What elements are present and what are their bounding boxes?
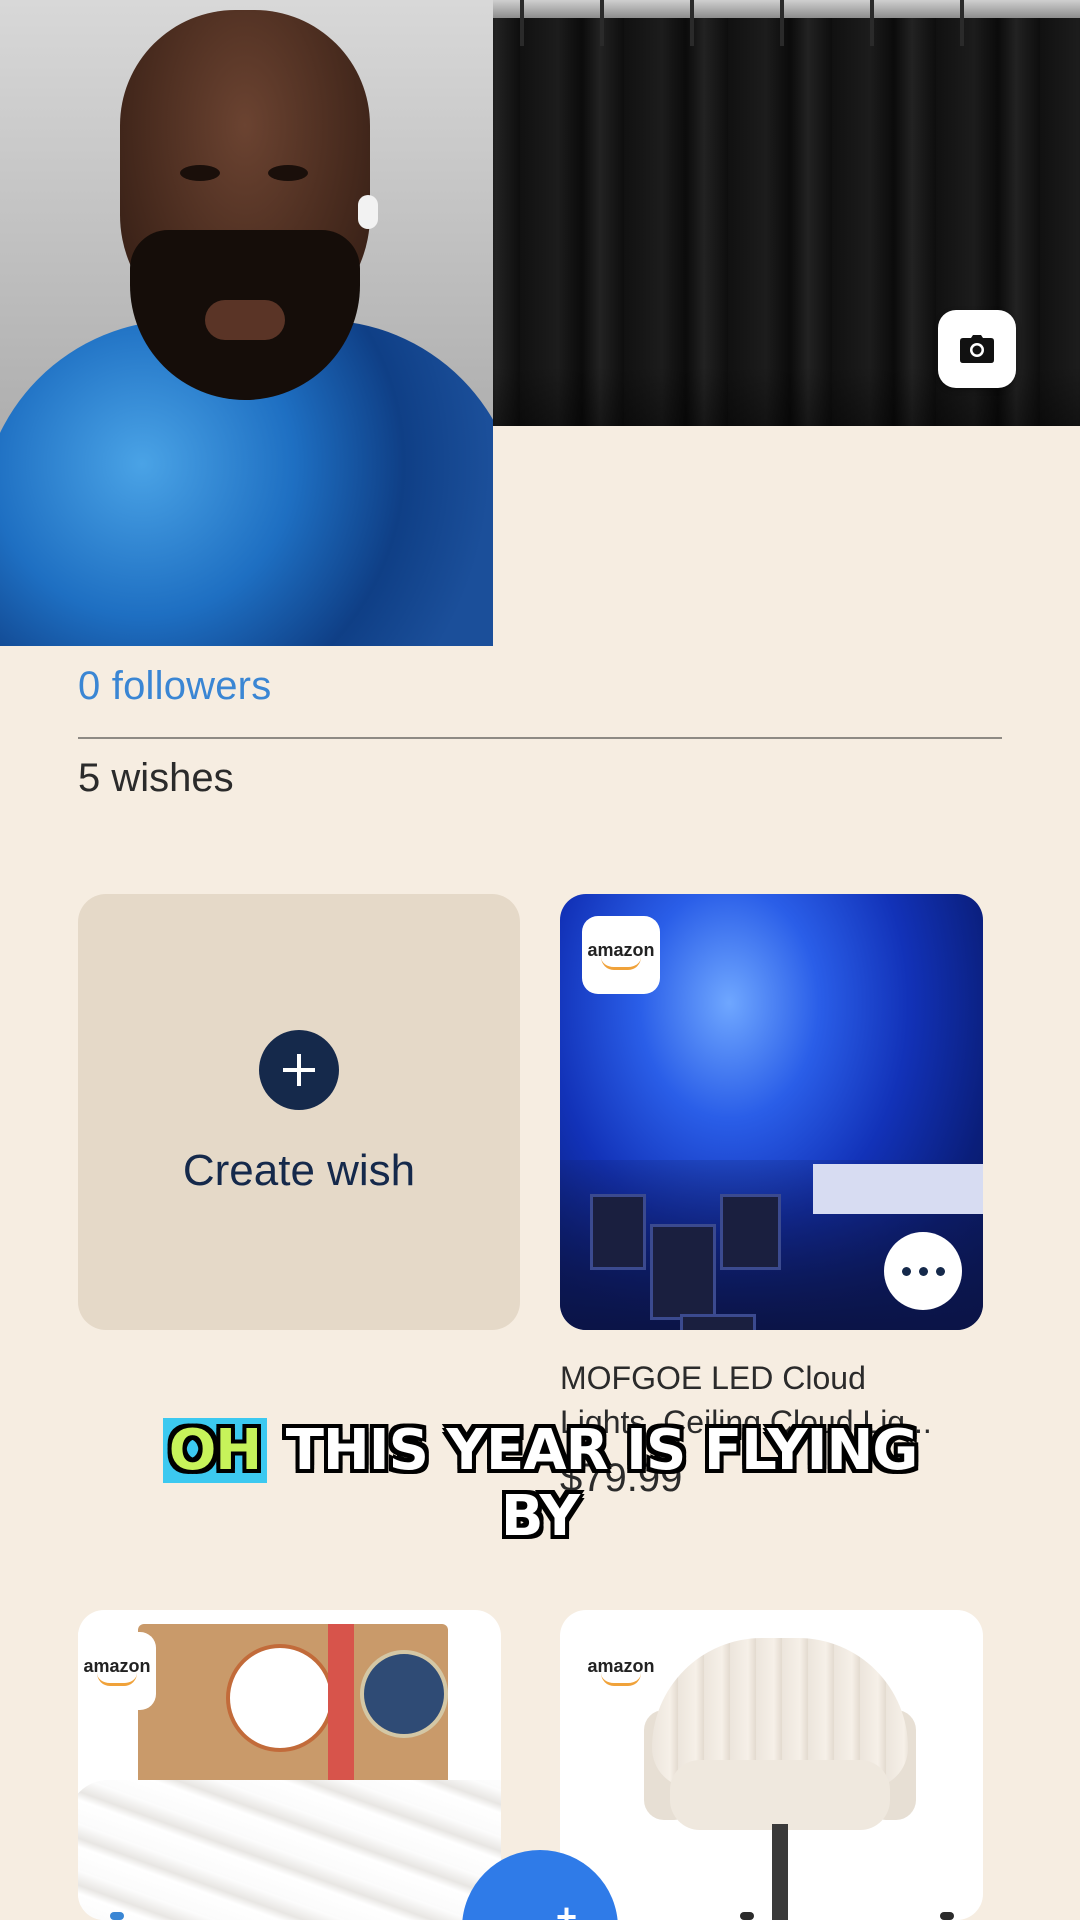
webcam-overlay xyxy=(0,0,493,646)
white-blanket xyxy=(78,1780,501,1920)
caption-line1: THIS YEAR IS FLYING xyxy=(285,1418,919,1483)
caption-highlight: OH xyxy=(162,1418,268,1483)
hanger-hook xyxy=(520,0,524,46)
divider xyxy=(78,737,1002,739)
hanger-hook xyxy=(960,0,964,46)
amazon-store-badge: amazon xyxy=(582,1632,660,1710)
housekeeping-seal xyxy=(360,1650,448,1738)
create-wish-card[interactable]: Create wish xyxy=(78,894,520,1330)
product-image-blanket[interactable]: amazon xyxy=(78,1610,501,1920)
more-options-button[interactable] xyxy=(884,1232,962,1310)
plus-icon: + xyxy=(556,1896,578,1920)
earbud xyxy=(358,195,378,229)
product-image-chair[interactable]: amazon xyxy=(560,1610,983,1920)
wishlist-profile-screen: 0 followers 5 wishes Create wish amazon … xyxy=(0,0,1080,1920)
change-cover-button[interactable] xyxy=(938,310,1016,388)
create-wish-label: Create wish xyxy=(182,1146,416,1195)
amazon-smile-icon xyxy=(601,1673,641,1686)
amazon-smile-icon xyxy=(97,1673,137,1686)
caption-line2: BY xyxy=(500,1484,580,1549)
amazon-store-badge: amazon xyxy=(78,1632,156,1710)
nav-item-icon[interactable] xyxy=(740,1912,754,1920)
amazon-store-badge: amazon xyxy=(582,916,660,994)
hanger-hook xyxy=(600,0,604,46)
hanger-hook xyxy=(690,0,694,46)
nav-home-icon[interactable] xyxy=(110,1912,124,1920)
hanger-hook xyxy=(870,0,874,46)
camera-icon xyxy=(960,335,994,363)
video-caption: OH THIS YEAR IS FLYING BY xyxy=(0,1418,1080,1550)
nav-profile-icon[interactable] xyxy=(940,1912,954,1920)
award-seal xyxy=(226,1644,334,1752)
plus-icon xyxy=(259,1030,339,1110)
more-horizontal-icon xyxy=(901,1266,911,1276)
followers-link[interactable]: 0 followers xyxy=(78,664,271,709)
hanger-hook xyxy=(780,0,784,46)
amazon-smile-icon xyxy=(601,957,641,970)
chair-seat xyxy=(670,1760,890,1830)
wishes-count: 5 wishes xyxy=(78,756,234,800)
chair-base xyxy=(772,1824,788,1920)
